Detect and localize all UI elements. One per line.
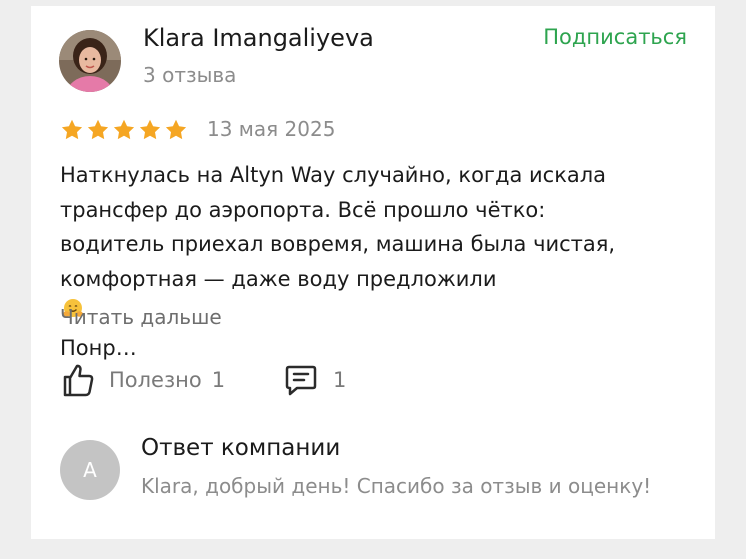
comments-count: 1	[333, 368, 347, 392]
read-more-link[interactable]: Читать дальше	[60, 305, 222, 329]
review-card: Klara Imangaliyeva 3 отзыва Подписаться …	[31, 6, 715, 539]
star-icon	[60, 118, 84, 142]
review-line: водитель приехал вовремя, машина была чи…	[60, 232, 616, 256]
review-date: 13 мая 2025	[207, 117, 336, 141]
review-line: трансфер до аэропорта. Всё прошло чётко:	[60, 197, 546, 222]
company-reply-text[interactable]: Klara, добрый день! Спасибо за отзыв и о…	[141, 474, 687, 498]
author-review-count: 3 отзыва	[143, 63, 237, 87]
review-text[interactable]: Наткнулась на Altyn Way случайно, когда …	[60, 158, 690, 365]
comments-button[interactable]: 1	[283, 362, 346, 398]
thumbs-up-icon	[60, 362, 96, 398]
useful-label: Полезно	[109, 368, 202, 392]
comment-icon	[283, 362, 319, 398]
subscribe-button[interactable]: Подписаться	[543, 25, 687, 49]
review-line-text: Понр…	[60, 335, 137, 360]
review-line-text: комфортная — даже воду предложили	[60, 266, 497, 291]
star-icon	[164, 118, 188, 142]
star-icon	[112, 118, 136, 142]
rating-stars	[60, 118, 188, 142]
review-line: Наткнулась на Altyn Way случайно, когда …	[60, 163, 607, 187]
useful-count: 1	[211, 368, 226, 392]
star-icon	[86, 118, 110, 142]
author-name[interactable]: Klara Imangaliyeva	[143, 24, 374, 52]
author-avatar[interactable]	[59, 30, 121, 92]
company-reply-title: Ответ компании	[141, 435, 341, 461]
useful-button[interactable]: Полезно 1	[60, 362, 225, 398]
company-avatar: A	[60, 440, 120, 500]
star-icon	[138, 118, 162, 142]
